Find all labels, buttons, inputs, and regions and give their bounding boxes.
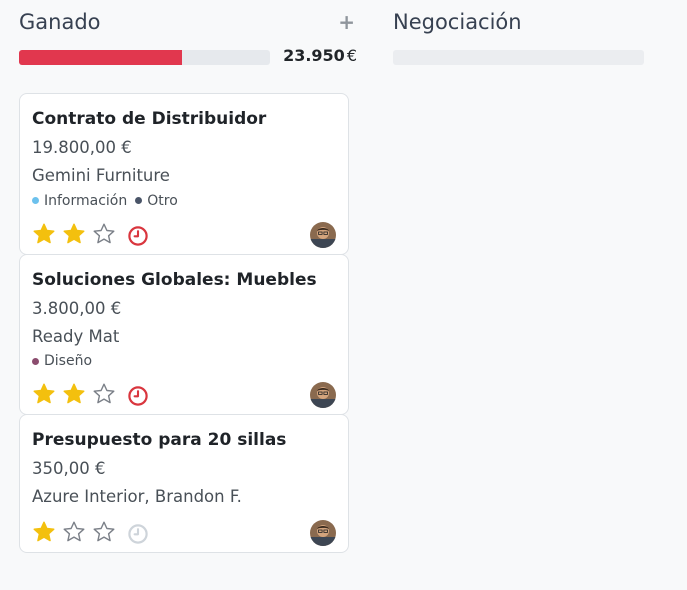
- card-footer: [32, 212, 336, 254]
- avatar[interactable]: [310, 221, 336, 248]
- card-title: Soluciones Globales: Muebles: [32, 269, 317, 290]
- kanban-column-ganado: Ganado + 23.950 € Contrato de Distribuido…: [19, 0, 359, 553]
- tag-label: Diseño: [44, 353, 93, 369]
- star-empty-icon[interactable]: [62, 520, 86, 544]
- clock-icon[interactable]: [127, 385, 149, 407]
- avatar[interactable]: [310, 520, 336, 546]
- tag-color-dot: [32, 357, 39, 365]
- card-partner: Azure Interior, Brandon F.: [32, 487, 242, 506]
- card-footer: [32, 372, 336, 414]
- plus-icon[interactable]: +: [338, 10, 355, 34]
- clock-icon[interactable]: [127, 523, 149, 545]
- opportunity-card[interactable]: Soluciones Globales: Muebles 3.800,00 € Re…: [19, 253, 349, 415]
- column-title[interactable]: Negociación: [393, 10, 522, 34]
- star-filled-icon[interactable]: [62, 382, 86, 406]
- card-amount: 350,00 €: [32, 459, 106, 478]
- progress-bar[interactable]: [393, 50, 644, 65]
- tag-list: Información Otro: [32, 191, 336, 210]
- card-title: Presupuesto para 20 sillas: [32, 430, 287, 450]
- star-empty-icon[interactable]: [92, 520, 116, 544]
- tag-color-dot: [32, 197, 39, 204]
- priority-stars: [32, 382, 122, 406]
- column-header: Ganado +: [19, 0, 359, 46]
- card-title: Contrato de Distribuidor: [32, 109, 267, 129]
- tag-badge: Otro: [135, 192, 178, 210]
- progress-fill-won[interactable]: [19, 50, 183, 65]
- tag-badge: Información: [32, 192, 127, 210]
- kanban-column-negociacion: Negociación: [393, 0, 653, 65]
- card-partner: Ready Mat: [32, 326, 120, 346]
- avatar[interactable]: [310, 382, 336, 408]
- priority-stars: [32, 222, 122, 246]
- tag-label: Otro: [147, 192, 178, 209]
- column-header: Negociación: [393, 0, 653, 46]
- card-amount: 3.800,00 €: [32, 298, 122, 318]
- star-filled-icon[interactable]: [32, 382, 56, 406]
- opportunity-card[interactable]: Presupuesto para 20 sillas 350,00 € Azure …: [19, 414, 349, 553]
- clock-icon[interactable]: [127, 225, 149, 247]
- column-progress: 23.950 €: [19, 46, 359, 68]
- star-empty-icon[interactable]: [92, 382, 116, 406]
- card-partner: Gemini Furniture: [32, 166, 170, 185]
- tag-list: Diseño: [32, 352, 336, 371]
- opportunity-card[interactable]: Contrato de Distribuidor 19.800,00 € Gemin…: [19, 93, 349, 255]
- card-footer: [32, 510, 336, 552]
- tag-label: Información: [44, 192, 128, 209]
- star-empty-icon[interactable]: [92, 222, 116, 246]
- card-list: Contrato de Distribuidor 19.800,00 € Gemin…: [19, 93, 349, 553]
- column-title[interactable]: Ganado: [19, 10, 101, 34]
- tag-badge: Diseño: [32, 352, 92, 370]
- star-filled-icon[interactable]: [32, 520, 56, 544]
- progress-bar[interactable]: [19, 50, 270, 65]
- star-filled-icon[interactable]: [62, 222, 86, 246]
- tag-color-dot: [135, 197, 143, 204]
- priority-stars: [32, 520, 122, 544]
- star-filled-icon[interactable]: [32, 222, 56, 246]
- card-amount: 19.800,00 €: [32, 138, 132, 157]
- column-total: 23.950 €: [283, 46, 357, 65]
